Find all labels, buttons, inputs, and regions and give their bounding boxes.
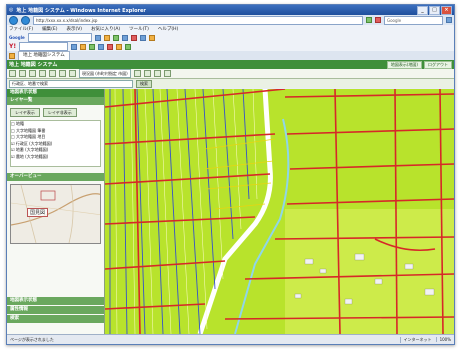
info-icon[interactable] xyxy=(59,70,66,77)
sidebar-header-overview[interactable]: オーバービュー xyxy=(7,173,104,181)
url-input[interactable]: http://xxx.xx.x.x/dsal/index.jsp xyxy=(33,15,363,25)
yahoo-search-icon[interactable] xyxy=(71,43,78,50)
ie-icon: ◎ xyxy=(9,7,14,13)
yahoo-logo: Y! xyxy=(9,43,17,50)
weather-icon[interactable] xyxy=(116,43,123,50)
menu-help[interactable]: ヘルプ(H) xyxy=(158,26,178,32)
layer-show-button[interactable]: レイヤ表示 xyxy=(10,108,40,117)
sidebar-header-status[interactable]: 地図表示状態 xyxy=(7,89,104,97)
sidebar-section-status[interactable]: 地図表示状態 xyxy=(7,297,104,305)
address-bar: http://xxx.xx.x.x/dsal/index.jsp Google xyxy=(7,15,454,25)
overview-map[interactable]: 国見図 xyxy=(10,184,101,244)
news-icon[interactable] xyxy=(89,43,96,50)
app-title: 地上 地籍図 システム xyxy=(9,62,58,68)
map-toolbar: 現況図 (市町村指定 市図) xyxy=(7,69,454,79)
pan-icon[interactable] xyxy=(9,70,16,77)
menu-bar: ファイル(F) 編集(E) 表示(V) お気に入り(A) ツール(T) ヘルプ(… xyxy=(7,25,454,33)
select-icon[interactable] xyxy=(49,70,56,77)
logout-button[interactable]: ログアウト xyxy=(424,60,452,69)
forward-button[interactable] xyxy=(21,15,30,25)
overview-label: 国見図 xyxy=(27,208,49,217)
sidebar-header-layers[interactable]: レイヤ一覧 xyxy=(7,97,104,105)
google-search-input[interactable] xyxy=(27,33,92,42)
security-zone: インターネット xyxy=(399,336,432,343)
mail-icon[interactable] xyxy=(80,43,87,50)
menu-tools[interactable]: ツール(T) xyxy=(129,26,149,32)
shopping-icon[interactable] xyxy=(107,43,114,50)
search-icon[interactable] xyxy=(446,17,452,23)
minimize-button[interactable]: _ xyxy=(417,5,428,15)
toolbar-icon[interactable] xyxy=(94,34,101,41)
legend-icon[interactable] xyxy=(153,70,161,77)
back-button[interactable] xyxy=(9,15,18,25)
status-text: ページが表示されました xyxy=(10,336,54,342)
search-input[interactable]: Google xyxy=(384,15,443,25)
bookmark-icon[interactable] xyxy=(103,34,110,41)
address-search-input[interactable]: 行政区、地番で検索 xyxy=(9,79,133,88)
settings-icon[interactable] xyxy=(121,34,128,41)
home-icon[interactable] xyxy=(163,70,171,77)
map-icon[interactable] xyxy=(125,43,132,50)
maximize-button[interactable]: □ xyxy=(429,5,440,15)
menu-edit[interactable]: 編集(E) xyxy=(42,26,57,32)
print-icon[interactable] xyxy=(69,70,76,77)
sidebar-section-search[interactable]: 検索 xyxy=(7,315,104,323)
status-bar: ページが表示されました インターネット 100% xyxy=(7,334,454,344)
layer-tree: □ 地籍 □ 大字地籍図 筆番 □ 大字地籍図 地目 ☑ 行政区 (大字地籍図)… xyxy=(10,120,101,167)
layer-select[interactable]: 現況図 (市町村指定 市図) xyxy=(79,69,131,78)
yahoo-search-input[interactable] xyxy=(19,42,69,51)
title-bar: ◎ 地上 地籍図 システム - Windows Internet Explore… xyxy=(7,5,454,15)
browser-window: ◎ 地上 地籍図 システム - Windows Internet Explore… xyxy=(6,4,455,345)
map-display-button[interactable]: 地図表示(地図) xyxy=(386,60,422,69)
star-icon[interactable] xyxy=(148,34,155,41)
grid-icon[interactable] xyxy=(143,70,151,77)
sidebar: 地図表示状態 レイヤ一覧 レイヤ表示 レイヤ非表示 □ 地籍 □ 大字地籍図 筆… xyxy=(7,89,105,334)
auction-icon[interactable] xyxy=(98,43,105,50)
yahoo-toolbar: Y! xyxy=(7,42,454,51)
tab-current[interactable]: 地上 地籍図システム xyxy=(18,51,70,60)
map-canvas xyxy=(105,89,454,334)
tree-item[interactable]: ☑ 農地 (大字地籍図) xyxy=(11,154,100,161)
cadastral-map[interactable] xyxy=(105,89,454,334)
share-icon[interactable] xyxy=(112,34,119,41)
refresh-icon[interactable] xyxy=(133,70,141,77)
menu-favorites[interactable]: お気に入り(A) xyxy=(91,26,120,32)
tab-bar: 地上 地籍図システム xyxy=(7,51,454,60)
menu-view[interactable]: 表示(V) xyxy=(66,26,82,32)
stop-icon[interactable] xyxy=(375,17,381,23)
google-toolbar: Google xyxy=(7,33,454,42)
layer-hide-button[interactable]: レイヤ非表示 xyxy=(42,108,77,117)
zoom-in-icon[interactable] xyxy=(19,70,26,77)
search-button[interactable]: 検索 xyxy=(136,79,152,88)
search-row: 行政区、地番で検索 検索 xyxy=(7,79,454,88)
close-button[interactable]: × xyxy=(441,5,452,15)
sidebar-section-attributes[interactable]: 属性情報 xyxy=(7,306,104,314)
window-title: 地上 地籍図 システム - Windows Internet Explorer xyxy=(16,7,146,14)
app-header: 地上 地籍図 システム 地図表示(地図) ログアウト xyxy=(7,60,454,69)
overview-map-graphic xyxy=(11,185,100,243)
zoom-out-icon[interactable] xyxy=(29,70,36,77)
measure-icon[interactable] xyxy=(39,70,46,77)
go-icon[interactable] xyxy=(366,17,372,23)
google-label: Google xyxy=(9,35,25,40)
favorites-icon[interactable] xyxy=(9,52,15,59)
zoom-level[interactable]: 100% xyxy=(435,337,451,342)
menu-file[interactable]: ファイル(F) xyxy=(9,26,33,32)
check-icon[interactable] xyxy=(130,34,137,41)
translate-icon[interactable] xyxy=(139,34,146,41)
